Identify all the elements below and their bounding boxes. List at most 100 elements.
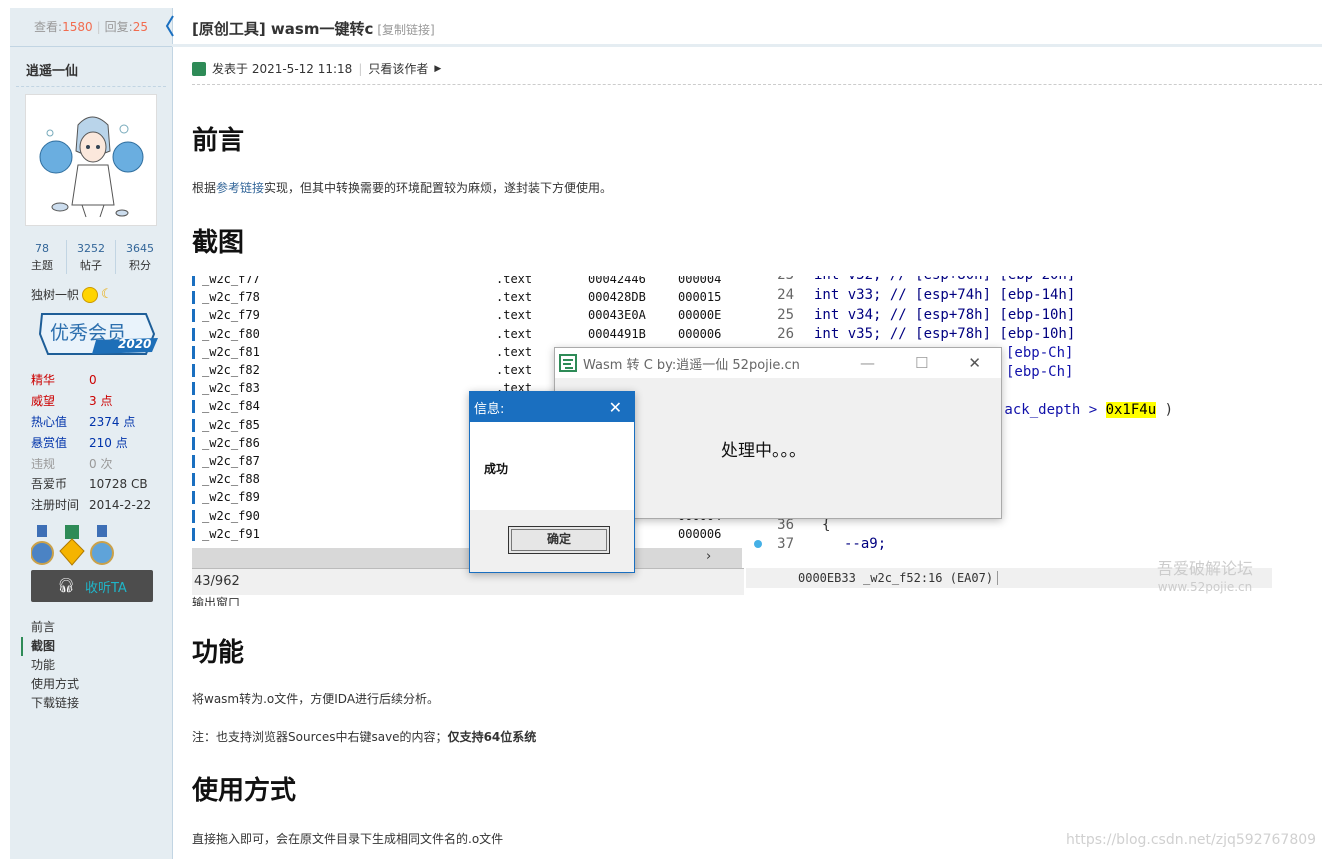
app-icon — [559, 354, 577, 372]
divider — [16, 86, 166, 87]
function-row[interactable]: _w2c_f9119000006 — [192, 525, 742, 543]
post-meta: 发表于 2021-5-12 11:18 | 只看该作者 ▶ — [192, 60, 441, 77]
profile-row: 热心值 2374 点 — [31, 412, 151, 433]
profile-row: 吾爱币 10728 CB — [31, 474, 151, 495]
csdn-watermark: https://blog.csdn.net/zjq592767809 — [1066, 832, 1317, 848]
function-marker — [192, 345, 195, 359]
function-addr: 000428DB — [588, 290, 646, 305]
processing-message: 处理中。。。 — [721, 441, 806, 461]
function-marker — [192, 364, 195, 377]
function-addr: 00043E0A — [588, 308, 646, 323]
ok-button[interactable]: 确定 — [508, 526, 610, 554]
maximize-icon[interactable]: ☐ — [915, 354, 928, 372]
heading-features: 功能 — [192, 638, 245, 668]
count-posts[interactable]: 3252 帖子 — [66, 240, 115, 274]
profile-row: 悬赏值 210 点 — [31, 433, 151, 454]
function-name: _w2c_f82 — [202, 363, 260, 377]
copy-link[interactable]: [复制链接] — [377, 23, 434, 37]
profile-value: 0 次 — [89, 456, 113, 471]
follow-button[interactable]: 🎧︎ 收听TA — [31, 570, 153, 602]
code-fragment: [ebp-Ch] — [1006, 364, 1074, 380]
profile-value: 10728 CB — [89, 477, 148, 492]
profile-key: 悬赏值 — [31, 435, 68, 450]
author-counts: 78 主题 3252 帖子 3645 积分 — [18, 240, 164, 274]
code-line: 37 --a9; — [746, 535, 886, 553]
count-threads[interactable]: 78 主题 — [18, 240, 66, 274]
dialog-titlebar[interactable]: 信息: ✕ — [470, 392, 634, 422]
function-seg: .text — [496, 290, 533, 305]
info-dialog: 信息: ✕ 成功 确定 — [469, 391, 635, 573]
profile-row: 精华 0 — [31, 370, 151, 391]
function-name: _w2c_f85 — [202, 417, 260, 432]
function-addr: 00042446 — [588, 276, 646, 286]
code-line: 24 int v33; // [esp+74h] [ebp-14h] — [777, 287, 1076, 303]
toc-item-usage[interactable]: 使用方式 — [31, 675, 79, 694]
author-sidebar: 查看:1580 | 回复:25 逍遥一仙 78 主题 3252 帖子 3645 … — [10, 8, 173, 859]
divider — [192, 84, 1322, 85]
profile-key: 威望 — [31, 393, 56, 408]
views-count: 1580 — [62, 20, 93, 34]
heading-usage: 使用方式 — [192, 776, 297, 806]
badge-text: 优秀会员 — [50, 322, 127, 344]
profile-row: 注册时间 2014-2-22 — [31, 495, 151, 516]
post-date: 发表于 2021-5-12 11:18 — [212, 62, 353, 76]
breakpoint-dot-icon[interactable] — [754, 540, 762, 548]
view-reply-stats: 查看:1580 | 回复:25 — [10, 8, 172, 47]
function-name: _w2c_f77 — [202, 276, 260, 286]
profile-key: 热心值 — [31, 414, 68, 429]
close-icon[interactable]: ✕ — [968, 354, 981, 372]
function-size: 000015 — [678, 290, 722, 305]
toc-item-features[interactable]: 功能 — [31, 656, 79, 675]
function-row[interactable]: _w2c_f79 .text 00043E0A 00000E — [192, 306, 742, 324]
function-name: _w2c_f91 — [202, 526, 260, 541]
medal-icon — [90, 525, 114, 565]
toc-item-screenshot[interactable]: 截图 — [21, 637, 79, 656]
toc-item-intro[interactable]: 前言 — [31, 618, 79, 637]
function-name: _w2c_f86 — [202, 435, 260, 450]
function-row[interactable]: _w2c_f78 .text 000428DB 000015 — [192, 288, 742, 306]
only-author-link[interactable]: 只看该作者 — [368, 60, 428, 77]
horizontal-scrollbar[interactable]: › — [192, 548, 742, 568]
function-size: 000004 — [678, 276, 722, 286]
usage-paragraph: 直接拖入即可，会在原文件目录下生成相同文件名的.o文件 — [192, 832, 504, 846]
toc-item-download[interactable]: 下载链接 — [31, 694, 79, 713]
function-name: _w2c_f90 — [202, 508, 260, 523]
output-window-label: 输出窗口 — [192, 596, 241, 606]
function-marker — [192, 276, 195, 286]
code-line: 26 int v35; // [esp+78h] [ebp-10h] — [777, 326, 1076, 342]
avatar[interactable] — [25, 94, 157, 226]
minimize-icon[interactable]: — — [860, 354, 875, 372]
function-seg: .text — [496, 363, 533, 377]
function-row[interactable]: _w2c_f80 .text 0004491B 000006 — [192, 325, 742, 343]
function-name: _w2c_f89 — [202, 490, 260, 505]
function-seg: .text — [496, 276, 533, 286]
function-name: _w2c_f80 — [202, 326, 260, 341]
post-title: [原创工具] wasm一键转c [复制链接] — [192, 20, 435, 38]
profile-value: 0 — [89, 373, 97, 387]
function-size: 00000E — [678, 308, 722, 323]
reference-link[interactable]: 参考链接 — [216, 181, 264, 195]
profile-value: 3 点 — [89, 393, 113, 408]
heading-screenshot: 截图 — [192, 228, 245, 258]
function-marker — [192, 400, 195, 414]
function-row[interactable]: _w2c_f77 .text 00042446 000004 — [192, 276, 742, 288]
function-marker — [192, 455, 195, 468]
profile-key: 吾爱币 — [31, 477, 68, 492]
dialog-titlebar[interactable]: Wasm 转 C by:逍遥一仙 52pojie.cn — ☐ ✕ — [555, 348, 1001, 378]
function-marker — [192, 327, 195, 341]
close-icon[interactable]: ✕ — [609, 398, 622, 417]
chevron-right-icon: › — [706, 549, 712, 564]
table-of-contents: 前言 截图 功能 使用方式 下载链接 — [21, 618, 79, 713]
profile-row: 违规 0 次 — [31, 454, 151, 475]
profile-row: 威望 3 点 — [31, 391, 151, 412]
function-marker — [192, 509, 195, 523]
function-marker — [192, 436, 195, 450]
count-credits[interactable]: 3645 积分 — [115, 240, 164, 274]
avatar-illustration — [39, 116, 144, 218]
function-name: _w2c_f84 — [202, 399, 260, 414]
forum-post-page: 查看:1580 | 回复:25 逍遥一仙 78 主题 3252 帖子 3645 … — [0, 0, 1322, 859]
triangle-right-icon: ▶ — [434, 63, 442, 74]
author-name[interactable]: 逍遥一仙 — [26, 60, 78, 79]
code-fragment: :ack_depth > 0x1F4u ) — [996, 402, 1174, 418]
code-line: 25 int v34; // [esp+78h] [ebp-10h] — [777, 307, 1076, 323]
